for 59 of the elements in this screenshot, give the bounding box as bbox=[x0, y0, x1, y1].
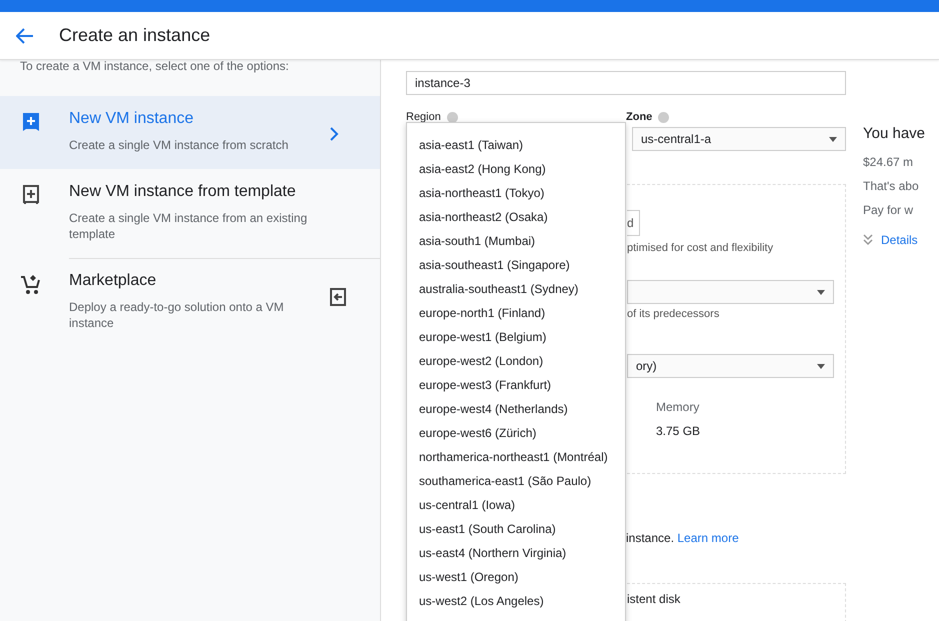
intro-text: To create a VM instance, select one of the options: bbox=[19, 59, 290, 75]
info-text: instance. bbox=[626, 531, 674, 545]
series-button[interactable]: d bbox=[627, 210, 640, 236]
menu-item[interactable]: australia-southeast1 (Sydney) bbox=[407, 277, 625, 301]
machine-type-select[interactable]: ory) bbox=[627, 354, 834, 378]
option-title: New VM instance bbox=[69, 110, 194, 128]
region-label: Region bbox=[406, 111, 441, 123]
disk-text: istent disk bbox=[627, 592, 680, 606]
option-title: Marketplace bbox=[69, 272, 158, 290]
memory-label: Memory bbox=[656, 400, 700, 414]
menu-item[interactable]: us-east4 (Northern Virginia) bbox=[407, 541, 625, 565]
menu-item[interactable]: northamerica-northeast1 (Montréal) bbox=[407, 445, 625, 469]
zone-label: Zone bbox=[626, 111, 652, 123]
option-title: New VM instance from template bbox=[69, 183, 297, 201]
pricing-text: Pay for w bbox=[863, 203, 914, 217]
menu-item[interactable]: europe-west1 (Belgium) bbox=[407, 325, 625, 349]
menu-item[interactable]: asia-east1 (Taiwan) bbox=[407, 133, 625, 157]
cart-icon bbox=[20, 274, 42, 296]
help-icon[interactable] bbox=[658, 112, 670, 122]
option-description: Create a single VM instance from scratch bbox=[69, 137, 290, 153]
zone-select[interactable]: us-central1-a bbox=[632, 127, 846, 151]
add-instance-icon bbox=[22, 112, 40, 132]
menu-item[interactable]: us-central1 (Iowa) bbox=[407, 493, 625, 517]
memory-value: 3.75 GB bbox=[656, 424, 702, 438]
help-icon[interactable] bbox=[446, 112, 458, 122]
option-description: Create a single VM instance from an existing template bbox=[69, 210, 308, 242]
menu-item[interactable]: asia-northeast1 (Tokyo) bbox=[407, 181, 625, 205]
generation-note: of its predecessors bbox=[627, 308, 720, 320]
menu-item[interactable]: asia-east2 (Hong Kong) bbox=[407, 157, 625, 181]
option-item[interactable]: New VM instance Create a single VM instance from scratch bbox=[0, 96, 380, 169]
price-text: $24.67 m bbox=[863, 155, 914, 169]
series-note: ptimised for cost and flexibility bbox=[627, 242, 774, 254]
option-item[interactable]: Marketplace Deploy a ready-to-go solution onto a VM instance bbox=[0, 258, 380, 347]
menu-item[interactable]: us-east1 (South Carolina) bbox=[407, 517, 625, 541]
menu-item[interactable]: asia-south1 (Mumbai) bbox=[407, 229, 625, 253]
expand-icon bbox=[863, 234, 873, 246]
name-field[interactable]: instance-3 bbox=[406, 71, 846, 95]
page-title: Create an instance bbox=[59, 25, 210, 46]
menu-item[interactable]: europe-west4 (Netherlands) bbox=[407, 397, 625, 421]
learn-more-link[interactable]: Learn more bbox=[677, 531, 739, 545]
menu-item[interactable]: us-west2 (Los Angeles) bbox=[407, 589, 625, 613]
menu-item[interactable]: europe-north1 (Finland) bbox=[407, 301, 625, 325]
menu-item[interactable]: southamerica-east1 (São Paulo) bbox=[407, 469, 625, 493]
menu-item[interactable]: europe-west6 (Zürich) bbox=[407, 421, 625, 445]
pricing-text: That's abo bbox=[863, 179, 920, 193]
menu-item[interactable]: us-west1 (Oregon) bbox=[407, 565, 625, 589]
details-link[interactable]: Details bbox=[881, 233, 918, 247]
option-item[interactable]: New VM instance from template Create a single VM instance from an existing template bbox=[0, 169, 380, 258]
option-description: Deploy a ready-to-go solution onto a VM instance bbox=[69, 299, 285, 331]
pricing-heading: You have bbox=[863, 125, 926, 142]
menu-item[interactable]: europe-west2 (London) bbox=[407, 349, 625, 373]
menu-item[interactable]: asia-southeast1 (Singapore) bbox=[407, 253, 625, 277]
add-template-icon bbox=[22, 185, 40, 205]
menu-item[interactable]: asia-northeast2 (Osaka) bbox=[407, 205, 625, 229]
menu-item[interactable]: europe-west3 (Frankfurt) bbox=[407, 373, 625, 397]
back-arrow-icon[interactable] bbox=[16, 28, 34, 44]
generation-select[interactable] bbox=[627, 280, 834, 304]
chevron-right-icon bbox=[329, 126, 339, 142]
exit-icon bbox=[329, 288, 347, 306]
